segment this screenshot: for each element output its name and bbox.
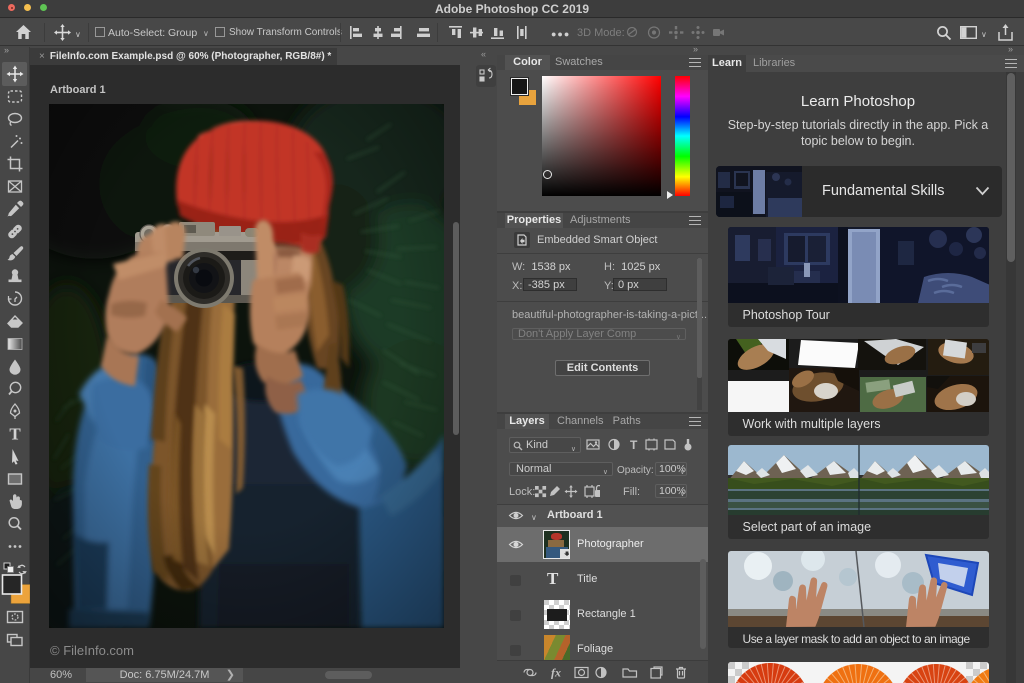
svg-text:fx: fx: [551, 666, 561, 679]
svg-text:T: T: [9, 425, 21, 444]
svg-text:T: T: [630, 438, 638, 452]
